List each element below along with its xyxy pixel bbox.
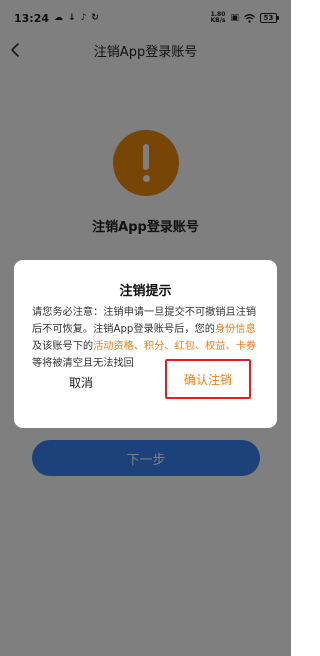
dialog-title: 注销提示 <box>119 284 172 299</box>
confirm-deregister-button[interactable]: 确认注销 <box>165 359 251 399</box>
dialog-highlight-benefits: 活动资格、积分、红包、权益、卡券 <box>93 341 257 352</box>
cancel-button[interactable]: 取消 <box>54 372 108 392</box>
confirm-dialog: 注销提示 请您务必注意：注销申请一旦提交不可撤销且注销后不可恢复。注销App登录… <box>14 260 277 428</box>
dialog-body-text-2: 及该账号下的 <box>32 341 94 352</box>
dialog-body-text-3: 等将被清空且无法找回 <box>32 358 134 369</box>
dialog-highlight-identity: 身份信息 <box>214 324 256 335</box>
